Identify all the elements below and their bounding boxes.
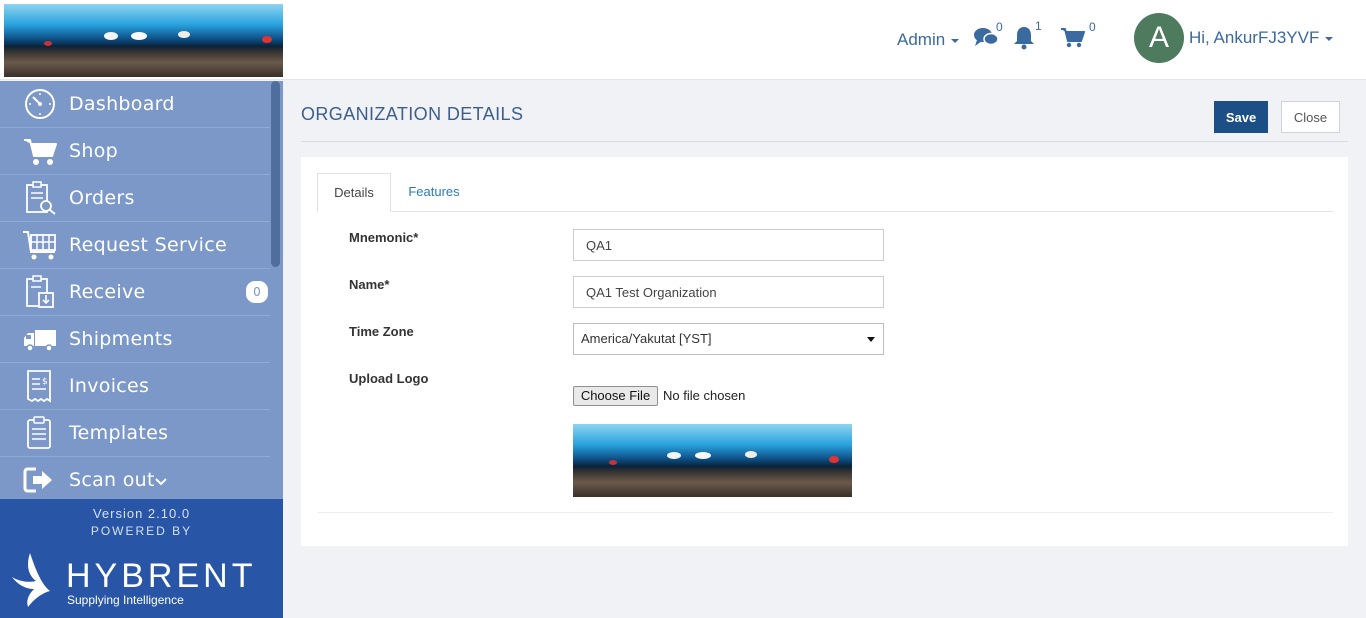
templates-icon (27, 416, 51, 449)
page-title: ORGANIZATION DETAILS (301, 104, 524, 124)
sidebar-item-label: Templates (69, 422, 169, 444)
upload-logo-label: Upload Logo (349, 371, 429, 386)
cart-icon (24, 139, 57, 165)
user-menu[interactable]: Hi, AnkurFJ3YVF (1189, 28, 1334, 48)
logo-light (262, 36, 272, 43)
logo-light (44, 41, 52, 46)
sidebar-item-dashboard[interactable]: Dashboard (0, 81, 270, 128)
logo-light (829, 456, 839, 463)
orders-icon (26, 181, 56, 215)
choose-file-button[interactable]: Choose File (573, 386, 658, 406)
sidebar-item-label: Dashboard (69, 93, 175, 115)
admin-menu[interactable]: Admin (897, 30, 960, 50)
sidebar-item-label: Shipments (69, 328, 173, 350)
sidebar-item-receive[interactable]: Receive 0 (0, 269, 270, 316)
cart-icon[interactable] (1060, 27, 1085, 49)
tab-content: Details Features Mnemonic* Name* Time Zo… (317, 173, 1333, 513)
logo-light (609, 460, 617, 465)
organization-logo[interactable] (4, 4, 283, 77)
logo-light (178, 31, 190, 38)
dashboard-icon (25, 89, 55, 119)
sidebar-item-label: Orders (69, 187, 135, 209)
tab-details[interactable]: Details (317, 173, 391, 212)
caret-down-icon (951, 38, 960, 43)
sidebar-item-invoices[interactable]: $ Invoices (0, 363, 270, 410)
top-header: Admin 0 1 0 A Hi, AnkurFJ3YVF (0, 0, 1366, 80)
receive-icon (26, 275, 54, 308)
brand-name: HYBRENT (66, 557, 257, 595)
sidebar-item-label: Invoices (69, 375, 150, 397)
sidebar-item-shop[interactable]: Shop (0, 128, 270, 175)
powered-by-label: POWERED BY (90, 524, 193, 538)
tab-divider (317, 211, 1333, 212)
sign-out-icon (23, 467, 52, 493)
hybrent-bird-logo-icon (12, 553, 50, 607)
close-button[interactable]: Close (1281, 101, 1340, 133)
logo-preview-image (573, 424, 852, 497)
chevron-down-icon (155, 478, 167, 486)
sidebar-item-label: Scan out (69, 469, 155, 491)
sidebar-footer: Version 2.10.0 POWERED BY HYBRENT Supply… (0, 499, 283, 618)
dropdown-arrow-icon (867, 337, 875, 342)
mnemonic-field[interactable] (573, 229, 884, 261)
logo-light (745, 451, 757, 458)
truck-icon (24, 330, 56, 352)
version-label: Version 2.10.0 (92, 506, 191, 521)
file-status-text: No file chosen (663, 388, 746, 403)
invoice-icon: $ (27, 370, 51, 403)
sidebar-item-orders[interactable]: Orders (0, 175, 270, 222)
timezone-select[interactable]: America/Yakutat [YST] (573, 323, 884, 355)
sidebar-item-templates[interactable]: Templates (0, 410, 270, 457)
sidebar-item-scan-out[interactable]: Scan out (0, 457, 270, 499)
mnemonic-label: Mnemonic* (349, 230, 419, 245)
name-field[interactable] (573, 276, 884, 308)
cart-count-badge: 0 (1089, 20, 1096, 34)
caret-down-icon (1325, 36, 1334, 41)
avatar[interactable]: A (1134, 13, 1184, 63)
messages-count-badge: 0 (996, 20, 1003, 34)
sidebar-scrollbar[interactable] (271, 81, 280, 267)
tab-features[interactable]: Features (399, 173, 469, 212)
sidebar-item-request-service[interactable]: Request Service (0, 222, 270, 269)
timezone-selected-value: America/Yakutat [YST] (581, 331, 712, 346)
user-greeting: Hi, AnkurFJ3YVF (1189, 28, 1320, 47)
sidebar-item-label: Request Service (69, 234, 227, 256)
bell-icon[interactable] (1013, 25, 1035, 50)
logo-light (104, 32, 118, 40)
request-service-icon (23, 231, 56, 260)
logo-light (695, 452, 711, 459)
sidebar-item-label: Shop (69, 140, 118, 162)
notifications-count-badge: 1 (1035, 19, 1042, 33)
details-panel: Details Features Mnemonic* Name* Time Zo… (301, 157, 1348, 546)
save-button[interactable]: Save (1214, 101, 1268, 133)
name-label: Name* (349, 277, 390, 292)
svg-text:$: $ (42, 377, 48, 387)
admin-menu-label: Admin (897, 30, 946, 49)
sidebar-item-label: Receive (69, 281, 146, 303)
brand-tagline: Supplying Intelligence (67, 593, 184, 607)
timezone-label: Time Zone (349, 324, 414, 339)
sidebar-item-shipments[interactable]: Shipments (0, 316, 270, 363)
receive-count-badge: 0 (246, 281, 268, 303)
sidebar: Dashboard Shop Orders Request Service Re… (0, 81, 283, 499)
logo-light (667, 452, 681, 459)
title-divider (301, 141, 1348, 142)
logo-light (131, 32, 147, 40)
